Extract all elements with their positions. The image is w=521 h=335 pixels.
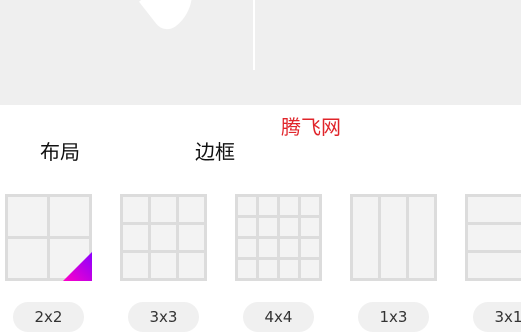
layout-option-1x3[interactable]: 1x3 — [345, 192, 445, 335]
layout-option-4x4[interactable]: 4x4 — [230, 192, 330, 335]
layout-option-2x2[interactable]: 2x2 — [0, 192, 100, 335]
grid-4x4-icon — [235, 194, 322, 281]
layout-option-3x1[interactable]: 3x1 — [460, 192, 521, 335]
layout-label: 1x3 — [358, 302, 429, 332]
grid-2x2-icon — [5, 194, 92, 281]
tab-bar: 布局 边框 — [0, 130, 521, 170]
grid-1x3-icon — [350, 194, 437, 281]
layout-label: 2x2 — [13, 302, 84, 332]
tab-layout[interactable]: 布局 — [40, 136, 80, 165]
preview-divider — [253, 0, 255, 70]
image-preview — [0, 0, 521, 105]
layout-label: 3x3 — [128, 302, 199, 332]
tab-border[interactable]: 边框 — [195, 136, 235, 165]
layout-label: 4x4 — [243, 302, 314, 332]
grid-3x1-icon — [465, 194, 521, 281]
layout-label: 3x1 — [473, 302, 521, 332]
layout-option-3x3[interactable]: 3x3 — [115, 192, 215, 335]
layout-options: 2x2 3x3 4x4 1x3 3x1 — [0, 192, 521, 335]
preview-graphic — [139, 0, 209, 35]
grid-3x3-icon — [120, 194, 207, 281]
